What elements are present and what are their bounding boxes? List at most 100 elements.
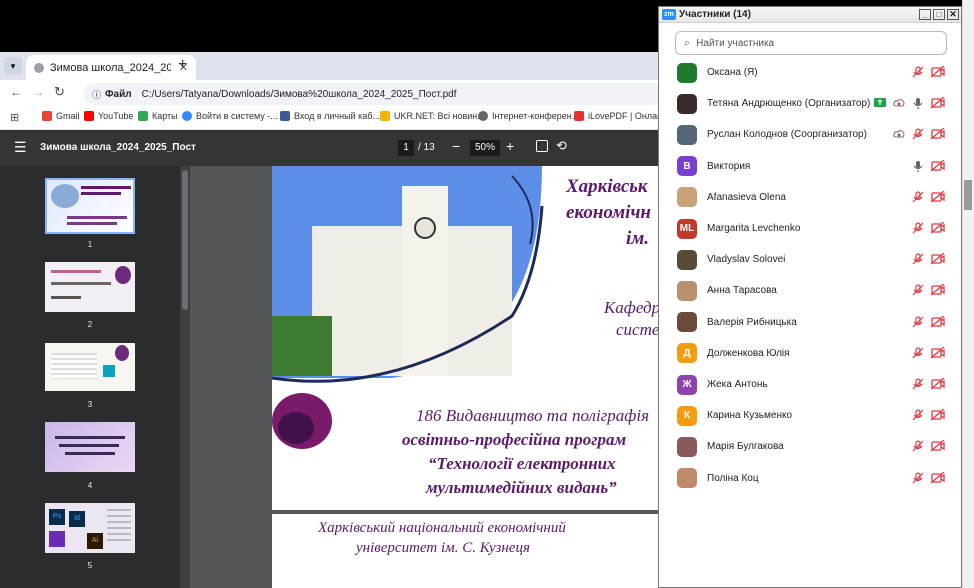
participant-row[interactable]: Д Долженкова Юлія — [659, 338, 961, 369]
participant-row[interactable]: Анна Тарасова — [659, 275, 961, 306]
menu-icon[interactable]: ☰ — [14, 139, 27, 156]
thumbnail-number: 4 — [87, 481, 93, 490]
video-off-icon[interactable] — [930, 315, 945, 328]
video-off-icon[interactable] — [930, 190, 945, 203]
mic-icon[interactable] — [912, 97, 924, 110]
mic-muted-icon[interactable] — [912, 409, 924, 421]
new-tab-button[interactable]: + — [178, 56, 187, 74]
participant-avatar: К — [677, 405, 697, 426]
video-off-icon[interactable] — [930, 408, 945, 421]
zoom-level[interactable]: 50% — [470, 140, 500, 156]
screen-share-icon[interactable] — [874, 97, 886, 109]
mic-muted-icon[interactable] — [912, 347, 924, 359]
zoom-in-button[interactable]: + — [506, 138, 514, 154]
thumbnail-page-1[interactable] — [45, 178, 135, 234]
participant-name: Руслан Колоднов (Соорганизатор) — [707, 129, 867, 141]
mic-muted-icon[interactable] — [912, 440, 924, 452]
mic-icon[interactable] — [912, 160, 924, 172]
rotate-icon[interactable]: ⟲ — [556, 138, 567, 154]
participant-search-input[interactable]: ⌕ Найти участника — [675, 31, 947, 55]
page-input[interactable]: 1 — [398, 140, 414, 156]
reload-icon[interactable]: ↻ — [54, 84, 65, 100]
video-off-icon[interactable] — [930, 283, 945, 296]
video-off-icon[interactable] — [930, 377, 945, 390]
participant-row[interactable]: ML Margarita Levchenko — [659, 213, 961, 244]
thumbnail-page-3[interactable] — [45, 343, 135, 391]
gmail-icon — [42, 111, 52, 121]
video-off-icon[interactable] — [930, 346, 945, 359]
participant-name: Afanasieva Olena — [707, 191, 786, 203]
participant-avatar — [677, 187, 697, 208]
bookmark-conference[interactable]: Інтернет-конферен... — [478, 111, 579, 121]
video-off-icon[interactable] — [930, 252, 945, 265]
participant-row[interactable]: Поліна Коц — [659, 463, 961, 494]
video-off-icon[interactable] — [930, 471, 945, 484]
bookmarks-bar: ⊞ Gmail YouTube Карты Войти в систему -.… — [0, 106, 675, 130]
bookmark-ukrnet[interactable]: UKR.NET: Всі новин... — [380, 111, 485, 121]
bookmark-cabinet[interactable]: Вход в личный каб... — [280, 111, 380, 121]
video-off-icon[interactable] — [930, 159, 945, 172]
minimize-button[interactable]: _ — [919, 9, 931, 20]
mic-muted-icon[interactable] — [912, 471, 924, 484]
fit-page-icon[interactable] — [536, 140, 548, 152]
address-bar[interactable]: ⓘ Файл C:/Users/Tatyana/Downloads/Зимова… — [84, 83, 664, 105]
cabinet-icon — [280, 111, 290, 121]
video-off-icon[interactable] — [930, 127, 945, 140]
thumbnail-number: 3 — [87, 400, 93, 409]
close-button[interactable]: ✕ — [947, 9, 959, 20]
participant-row[interactable]: Валерія Рибницька — [659, 307, 961, 338]
mic-muted-icon[interactable] — [912, 128, 924, 140]
bookmark-youtube[interactable]: YouTube — [84, 111, 133, 121]
sidebar-scroll-thumb[interactable] — [182, 170, 188, 310]
thumbnail-page-5[interactable]: Ps Id Ai — [45, 503, 135, 553]
participant-row[interactable]: Vladyslav Solovei — [659, 244, 961, 275]
video-off-icon[interactable] — [930, 96, 945, 109]
thumb-building — [51, 184, 79, 208]
thumbnail-page-4[interactable] — [45, 422, 135, 472]
bookmark-zoom-login[interactable]: Войти в систему -... — [182, 111, 278, 121]
back-icon[interactable]: ← — [10, 85, 22, 99]
globe-icon — [34, 62, 44, 73]
globe-icon — [478, 111, 488, 121]
mic-muted-icon[interactable] — [912, 253, 924, 265]
mic-muted-icon[interactable] — [912, 191, 924, 203]
participant-name: Тетяна Андрющенко (Организатор) — [707, 98, 871, 110]
cloud-record-icon[interactable] — [893, 97, 905, 109]
participant-name: Оксана (Я) — [707, 67, 758, 78]
program-line3: “Технології електронних — [428, 454, 616, 473]
program-line1: 186 Видавництво та поліграфія — [416, 406, 650, 425]
participant-row[interactable]: Afanasieva Olena — [659, 182, 961, 213]
video-off-icon[interactable] — [930, 439, 945, 452]
participant-row[interactable]: Руслан Колоднов (Соорганизатор) — [659, 119, 961, 150]
tab-search-button[interactable]: ▾ — [4, 57, 22, 75]
mic-muted-icon[interactable] — [912, 378, 924, 390]
mic-muted-icon[interactable] — [912, 284, 924, 296]
university-line3: ім. — [626, 228, 650, 249]
participant-avatar: Ж — [677, 374, 697, 395]
apps-grid-icon[interactable]: ⊞ — [10, 111, 19, 124]
participant-name: Жека Антонь — [707, 379, 768, 390]
cloud-record-icon[interactable] — [893, 128, 905, 140]
participant-row[interactable]: Марія Булгакова — [659, 431, 961, 462]
right-scrollbar[interactable] — [962, 0, 974, 588]
video-off-icon[interactable] — [930, 65, 945, 78]
video-off-icon[interactable] — [930, 221, 945, 234]
participant-row[interactable]: Тетяна Андрющенко (Организатор) — [659, 88, 961, 119]
program-line2: освітньо-професійна програм — [402, 430, 627, 449]
department-line2: систе — [616, 320, 660, 339]
bookmark-maps[interactable]: Карты — [138, 111, 178, 121]
maximize-button[interactable]: □ — [933, 9, 945, 20]
participant-row[interactable]: В Виктория — [659, 151, 961, 182]
mic-muted-icon[interactable] — [912, 315, 924, 328]
right-scroll-thumb[interactable] — [964, 180, 972, 210]
bookmark-gmail[interactable]: Gmail — [42, 111, 80, 121]
mic-muted-icon[interactable] — [912, 222, 924, 234]
forward-icon[interactable]: → — [32, 85, 44, 99]
mic-muted-icon[interactable] — [912, 66, 924, 78]
participant-row[interactable]: Оксана (Я) — [659, 57, 961, 88]
participant-row[interactable]: Ж Жека Антонь — [659, 369, 961, 400]
participant-row[interactable]: К Карина Кузьменко — [659, 400, 961, 431]
thumbnail-page-2[interactable] — [45, 262, 135, 312]
zoom-out-button[interactable]: − — [452, 138, 460, 154]
tab-active[interactable]: Зимова школа_2024_2025_Пост ✕ — [26, 55, 196, 80]
